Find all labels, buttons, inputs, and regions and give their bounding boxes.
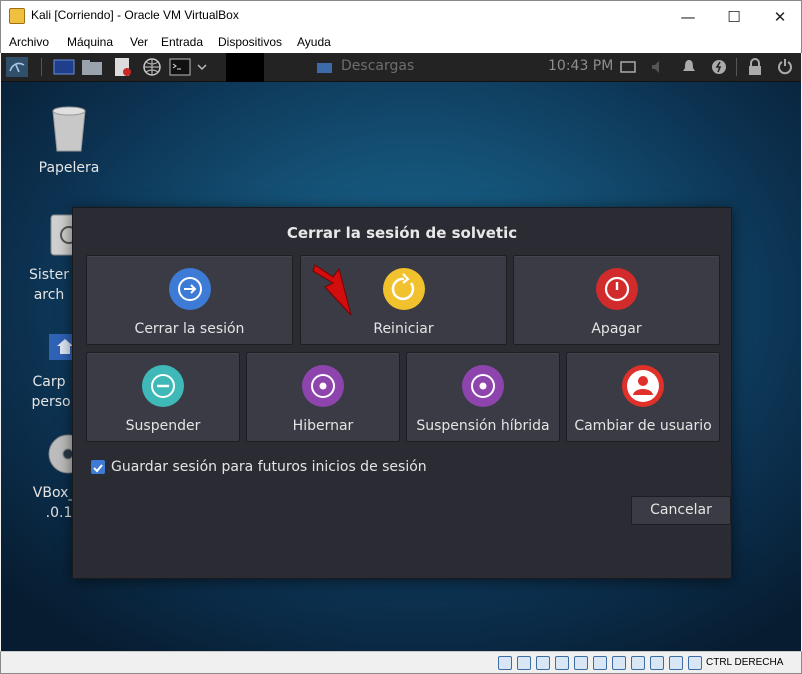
restart-icon: [382, 268, 425, 310]
display-icon[interactable]: [612, 656, 626, 670]
host-key-label: CTRL DERECHA: [706, 657, 784, 668]
switch-user-icon: [622, 365, 664, 407]
terminal-icon[interactable]: [169, 57, 191, 77]
window-title: Kali [Corriendo] - Oracle VM VirtualBox: [31, 8, 239, 22]
switch-user-label: Cambiar de usuario: [574, 418, 712, 434]
hard-disk-icon[interactable]: [498, 656, 512, 670]
suspend-icon: [142, 365, 184, 407]
vm-statusbar: CTRL DERECHA: [0, 651, 802, 674]
guest-screen[interactable]: Descargas 10:43 PM Papelera Sister arch …: [1, 53, 801, 651]
logout-button[interactable]: Cerrar la sesión: [86, 255, 293, 345]
network-icon[interactable]: [555, 656, 569, 670]
minimize-button[interactable]: —: [665, 1, 711, 32]
red-arrow-annotation: [312, 264, 352, 316]
kali-panel: Descargas 10:43 PM: [1, 53, 801, 82]
video-capture-icon[interactable]: [631, 656, 645, 670]
maximize-button[interactable]: ☐: [711, 1, 757, 32]
taskbar-item-label[interactable]: Descargas: [341, 58, 414, 74]
suspend-button[interactable]: Suspender: [86, 352, 240, 442]
hybrid-sleep-button[interactable]: Suspensión híbrida: [406, 352, 560, 442]
power-icon: [595, 268, 638, 310]
hybrid-sleep-icon: [462, 365, 504, 407]
text-editor-icon[interactable]: [112, 57, 134, 77]
hibernate-icon: [302, 365, 344, 407]
save-session-label[interactable]: Guardar sesión para futuros inicios de s…: [111, 459, 427, 475]
browser-icon[interactable]: [141, 57, 163, 77]
close-button[interactable]: ✕: [757, 1, 802, 32]
power-icon[interactable]: [776, 57, 794, 77]
cancel-button[interactable]: Cancelar: [631, 496, 731, 525]
hibernate-button[interactable]: Hibernar: [246, 352, 400, 442]
dialog-heading: Cerrar la sesión de solvetic: [286, 224, 518, 242]
volume-icon[interactable]: [649, 57, 667, 77]
suspend-label: Suspender: [125, 418, 201, 434]
hibernate-label: Hibernar: [292, 418, 354, 434]
panel-clock[interactable]: 10:43 PM: [548, 58, 613, 74]
vt-x-icon[interactable]: [650, 656, 664, 670]
workspace-switcher[interactable]: [226, 53, 264, 82]
virtualbox-app-icon: [9, 8, 25, 24]
menu-ayuda[interactable]: Ayuda: [297, 35, 331, 49]
menu-bar: Archivo Máquina Ver Entrada Dispositivos…: [0, 31, 802, 53]
switch-user-button[interactable]: Cambiar de usuario: [566, 352, 720, 442]
menu-archivo[interactable]: Archivo: [9, 35, 49, 49]
hybrid-sleep-label: Suspensión híbrida: [416, 418, 550, 434]
power-manager-icon[interactable]: [710, 57, 728, 77]
window-titlebar: Kali [Corriendo] - Oracle VM VirtualBox …: [0, 0, 802, 31]
usb-icon[interactable]: [574, 656, 588, 670]
panel-separator: [736, 58, 737, 76]
shared-folders-icon[interactable]: [593, 656, 607, 670]
desktop-icon-label: Papelera: [38, 160, 100, 176]
logout-icon: [168, 268, 211, 310]
logout-dialog: Cerrar la sesión de solvetic Cerrar la s…: [72, 207, 732, 579]
menu-entrada[interactable]: Entrada: [161, 35, 203, 49]
show-desktop-icon[interactable]: [53, 57, 75, 77]
file-manager-icon[interactable]: [81, 57, 103, 77]
shutdown-button[interactable]: Apagar: [513, 255, 720, 345]
optical-drive-icon[interactable]: [517, 656, 531, 670]
mouse-integration-icon[interactable]: [688, 656, 702, 670]
chevron-down-icon[interactable]: [195, 57, 209, 77]
guest-additions-icon[interactable]: [669, 656, 683, 670]
panel-separator: [41, 58, 42, 76]
audio-icon[interactable]: [536, 656, 550, 670]
trash-icon: [52, 106, 86, 152]
desktop-icon-trash[interactable]: Papelera: [29, 105, 109, 185]
restart-label: Reiniciar: [373, 321, 434, 337]
shutdown-label: Apagar: [591, 321, 642, 337]
lock-icon[interactable]: [746, 57, 764, 77]
menu-ver[interactable]: Ver: [130, 35, 148, 49]
task-folder-icon: [317, 63, 332, 73]
menu-maquina[interactable]: Máquina: [67, 35, 113, 49]
notifications-icon[interactable]: [680, 57, 698, 77]
display-icon[interactable]: [619, 57, 637, 77]
menu-dispositivos[interactable]: Dispositivos: [218, 35, 282, 49]
save-session-checkbox[interactable]: [91, 460, 105, 474]
logout-label: Cerrar la sesión: [134, 321, 245, 337]
kali-menu-icon[interactable]: [6, 57, 28, 77]
